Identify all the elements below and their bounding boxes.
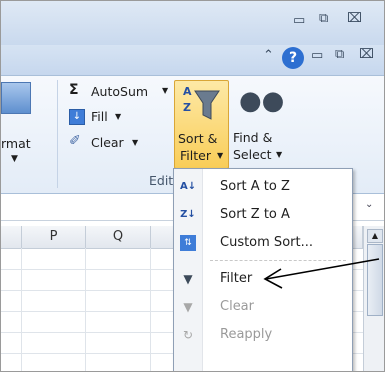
annotation-arrow	[263, 258, 380, 289]
excel-window: ▭ ⧉ ⌧ ⌃ ? ▭ ⧉ ⌧ rmat ▼ Σ AutoSum ▼ ↓ Fil…	[0, 0, 385, 372]
